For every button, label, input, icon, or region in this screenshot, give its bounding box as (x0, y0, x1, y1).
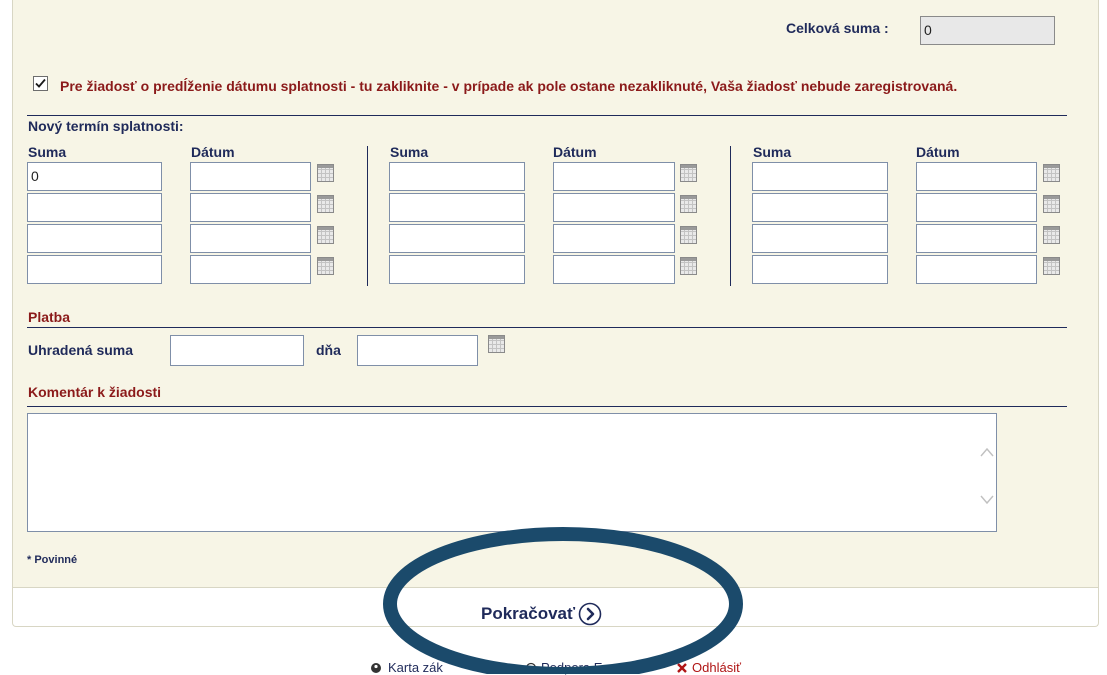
extension-text: Pre žiadosť o predĺženie dátumu splatnos… (60, 78, 958, 94)
schedule-title: Nový termín splatnosti: (28, 118, 184, 134)
nav-logout[interactable]: Odhlásiť (676, 660, 741, 675)
calendar-icon[interactable] (1043, 257, 1060, 275)
scrollbar[interactable] (978, 414, 996, 531)
col2-sum-input-1[interactable] (389, 162, 525, 191)
col2-suma-header: Suma (390, 144, 429, 160)
calendar-icon[interactable] (317, 257, 334, 275)
calendar-icon[interactable] (1043, 164, 1060, 182)
col1-sum-input-4[interactable] (27, 255, 162, 284)
col3-date-input-3[interactable] (916, 224, 1037, 253)
col2-date-input-2[interactable] (553, 193, 675, 222)
calendar-icon[interactable] (680, 164, 697, 182)
col3-suma-header: Suma (753, 144, 792, 160)
comment-text (28, 414, 34, 420)
col1-datum-header: Dátum (191, 144, 235, 160)
col2-sum-input-4[interactable] (389, 255, 525, 284)
paid-date-input[interactable] (357, 335, 478, 366)
col1-date-input-4[interactable] (190, 255, 311, 284)
col1-sum-input-1[interactable]: 0 (27, 162, 162, 191)
nav-support-label: Podpora E (541, 660, 603, 675)
col1-date-input-1[interactable] (190, 162, 311, 191)
col2-date-input-4[interactable] (553, 255, 675, 284)
calendar-icon[interactable] (317, 164, 334, 182)
calendar-icon[interactable] (1043, 226, 1060, 244)
col3-date-input-1[interactable] (916, 162, 1037, 191)
col1-sum-input-3[interactable] (27, 224, 162, 253)
col3-datum-header: Dátum (916, 144, 960, 160)
col1-suma-header: Suma (28, 144, 67, 160)
column-separator (367, 146, 368, 286)
required-note: * Povinné (27, 554, 78, 566)
col3-sum-input-3[interactable] (752, 224, 888, 253)
col3-sum-input-2[interactable] (752, 193, 888, 222)
calendar-icon[interactable] (680, 226, 697, 244)
support-icon (525, 662, 537, 673)
col2-sum-input-3[interactable] (389, 224, 525, 253)
calendar-icon[interactable] (680, 257, 697, 275)
calendar-icon[interactable] (488, 335, 505, 353)
paid-date-label: dňa (316, 342, 341, 358)
calendar-icon[interactable] (680, 195, 697, 213)
nav-user-card[interactable]: Karta zák (370, 660, 443, 675)
user-card-icon (371, 662, 381, 673)
comment-section-title: Komentár k žiadosti (28, 384, 162, 400)
col2-date-input-3[interactable] (553, 224, 675, 253)
col2-datum-header: Dátum (553, 144, 597, 160)
total-sum-field[interactable]: 0 (920, 16, 1055, 45)
payment-section-title: Platba (28, 309, 71, 325)
calendar-icon[interactable] (317, 195, 334, 213)
col3-sum-input-1[interactable] (752, 162, 888, 191)
col3-date-input-4[interactable] (916, 255, 1037, 284)
arrow-right-circle-icon (578, 602, 602, 626)
continue-button[interactable]: Pokračovať (481, 601, 602, 627)
logout-x-icon (677, 662, 687, 673)
calendar-icon[interactable] (1043, 195, 1060, 213)
paid-amount-input[interactable] (170, 335, 304, 366)
col3-sum-input-4[interactable] (752, 255, 888, 284)
continue-label: Pokračovať (481, 604, 576, 623)
scroll-up-icon (980, 447, 994, 457)
scroll-down-icon (980, 495, 994, 505)
nav-user-card-label: Karta zák (388, 660, 443, 675)
divider (27, 327, 1067, 328)
calendar-icon[interactable] (317, 226, 334, 244)
col1-sum-input-2[interactable] (27, 193, 162, 222)
nav-support[interactable]: Podpora E (525, 660, 602, 675)
paid-amount-label: Uhradená suma (28, 342, 134, 358)
comment-textarea[interactable] (27, 413, 997, 532)
divider (27, 406, 1067, 407)
col1-date-input-2[interactable] (190, 193, 311, 222)
col1-date-input-3[interactable] (190, 224, 311, 253)
divider (27, 115, 1067, 116)
nav-logout-label: Odhlásiť (692, 660, 741, 675)
column-separator (730, 146, 731, 286)
col2-sum-input-2[interactable] (389, 193, 525, 222)
col3-date-input-2[interactable] (916, 193, 1037, 222)
total-label: Celková suma : (786, 20, 889, 36)
col2-date-input-1[interactable] (553, 162, 675, 191)
